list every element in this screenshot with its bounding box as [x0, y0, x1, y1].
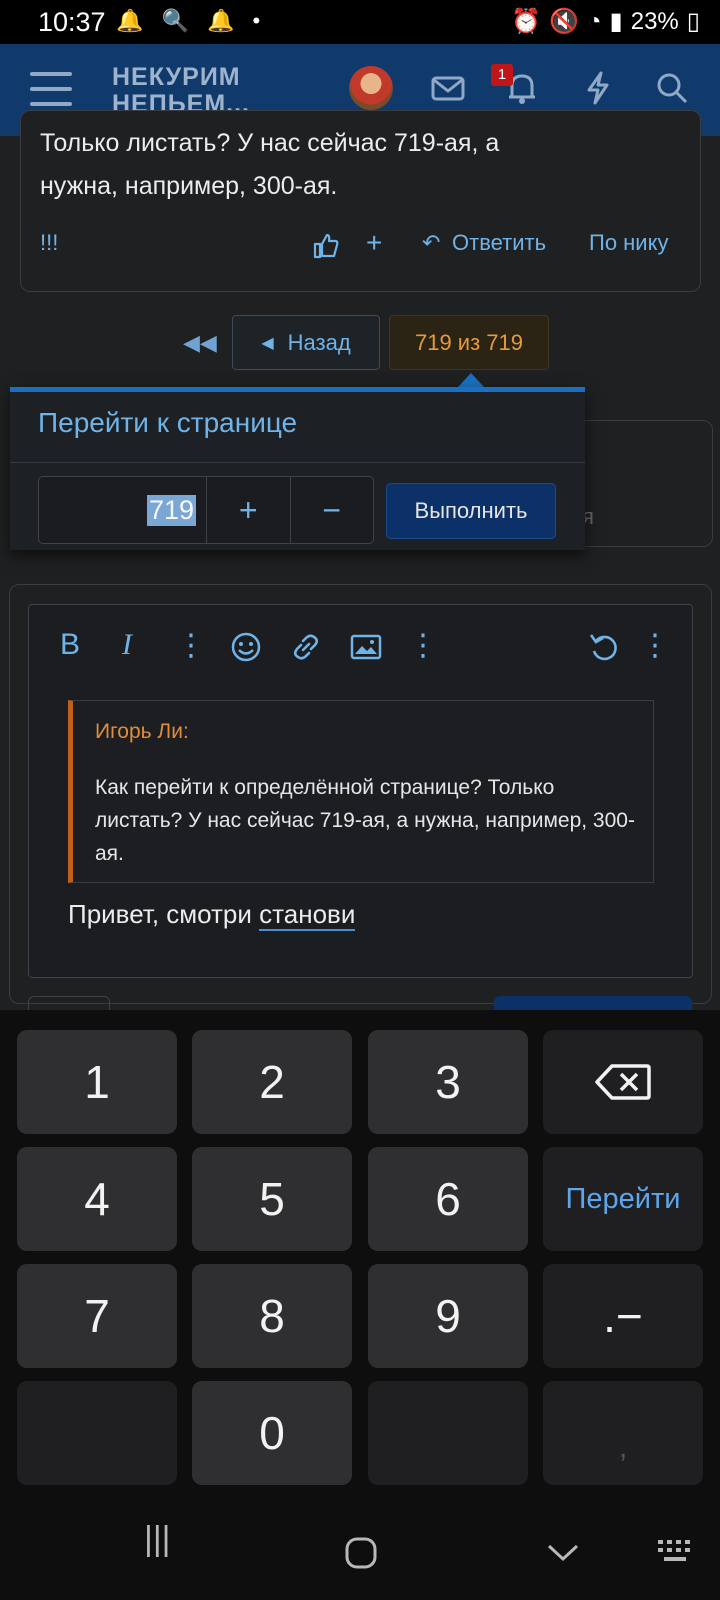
post-text-line2: нужна, например, 300-ая. — [40, 172, 338, 200]
more-options-icon[interactable]: ⋮ — [640, 628, 670, 663]
page-number-input[interactable]: 719 — [39, 477, 206, 543]
logo-line1: НЕКУРИМ — [112, 63, 241, 91]
empty-key-left — [17, 1381, 177, 1485]
status-right: ⏰ 🔇 ◔ ▮ 23% ▯ — [511, 7, 700, 36]
caret-left-icon: ◀ — [261, 334, 274, 352]
page-number-value: 719 — [146, 494, 197, 526]
go-key[interactable]: Перейти — [543, 1147, 703, 1251]
prev-page-button[interactable]: ◀ Назад — [232, 315, 380, 370]
recent-apps-icon[interactable]: ||| — [144, 1520, 171, 1559]
status-notification-icons: 🔔 🔍 🔔 • — [116, 8, 267, 33]
key-8[interactable]: 8 — [192, 1264, 352, 1368]
key-4[interactable]: 4 — [17, 1147, 177, 1251]
reply-text-prefix: Привет, смотри — [68, 899, 260, 929]
mail-icon[interactable] — [428, 68, 468, 108]
symbols-key[interactable]: .− — [543, 1264, 703, 1368]
link-icon[interactable] — [290, 631, 322, 663]
more-text-options-icon[interactable]: ⋮ — [176, 628, 206, 663]
keyboard-switch-icon[interactable] — [656, 1538, 696, 1566]
decrement-button[interactable]: − — [289, 477, 373, 543]
emoji-icon[interactable] — [230, 631, 262, 663]
numeric-keyboard: 1 2 3 4 5 6 Перейти 7 8 9 .− 0 , — [0, 1010, 720, 1600]
notification-badge: 1 — [491, 64, 513, 86]
menu-icon[interactable] — [30, 72, 72, 108]
signal-icon: ▮ — [609, 8, 623, 35]
page-number-stepper[interactable]: 719 + − — [38, 476, 374, 544]
alarm-icon: ⏰ — [511, 8, 542, 35]
undo-icon[interactable] — [588, 631, 620, 663]
reply-text[interactable]: Привет, смотри станови — [68, 899, 356, 931]
bold-button[interactable]: B — [60, 628, 80, 662]
reply-button[interactable]: Ответить — [452, 230, 546, 256]
key-0[interactable]: 0 — [192, 1381, 352, 1485]
key-2[interactable]: 2 — [192, 1030, 352, 1134]
status-bar: 10:37 🔔 🔍 🔔 • ⏰ 🔇 ◔ ▮ 23% ▯ — [0, 0, 720, 44]
quote-author: Игорь Ли: — [95, 720, 189, 743]
key-9[interactable]: 9 — [368, 1264, 528, 1368]
wifi-icon: ◔ — [587, 7, 602, 35]
backspace-key[interactable] — [543, 1030, 703, 1134]
mute-icon: 🔇 — [549, 8, 580, 35]
post-flag[interactable]: !!! — [40, 230, 58, 256]
post-text: Только листать? У нас сейчас 719-ая, а н… — [40, 122, 660, 208]
by-nick-button[interactable]: По нику — [589, 230, 668, 256]
key-7[interactable]: 7 — [17, 1264, 177, 1368]
post-text-line1: Только листать? У нас сейчас 719-ая, а — [40, 129, 500, 157]
reply-icon[interactable]: ↶ — [422, 230, 440, 256]
popup-divider — [10, 462, 585, 463]
add-reaction-icon[interactable]: + — [366, 227, 382, 259]
quote-block: Игорь Ли: Как перейти к определённой стр… — [68, 700, 654, 883]
quote-text: Как перейти к определённой странице? Тол… — [95, 776, 635, 865]
image-icon[interactable] — [350, 633, 382, 661]
key-1[interactable]: 1 — [17, 1030, 177, 1134]
key-6[interactable]: 6 — [368, 1147, 528, 1251]
battery-label: 23% — [630, 7, 679, 35]
popup-arrow — [458, 373, 484, 387]
key-5[interactable]: 5 — [192, 1147, 352, 1251]
go-button[interactable]: Выполнить — [386, 483, 556, 539]
like-icon[interactable] — [312, 232, 340, 260]
hide-keyboard-icon[interactable] — [546, 1542, 580, 1564]
increment-button[interactable]: + — [206, 477, 289, 543]
status-time: 10:37 — [38, 7, 106, 37]
key-3[interactable]: 3 — [368, 1030, 528, 1134]
bolt-icon[interactable] — [578, 68, 618, 108]
page-jump-trigger[interactable]: 719 из 719 — [389, 315, 549, 370]
more-insert-options-icon[interactable]: ⋮ — [408, 628, 438, 663]
empty-key-middle — [368, 1381, 528, 1485]
reply-text-composing-word: станови — [259, 899, 356, 931]
backspace-icon — [595, 1064, 651, 1100]
avatar[interactable] — [349, 66, 393, 110]
search-icon[interactable] — [652, 68, 692, 108]
first-page-icon[interactable]: ◀◀ — [183, 330, 217, 356]
home-icon[interactable] — [344, 1536, 378, 1570]
italic-button[interactable]: I — [122, 628, 132, 662]
battery-icon: ▯ — [686, 8, 700, 35]
page-jump-popup: Перейти к странице 719 + − Выполнить — [10, 387, 585, 550]
popup-title: Перейти к странице — [38, 407, 298, 438]
prev-page-label: Назад — [287, 329, 351, 355]
comma-key[interactable]: , — [543, 1381, 703, 1485]
